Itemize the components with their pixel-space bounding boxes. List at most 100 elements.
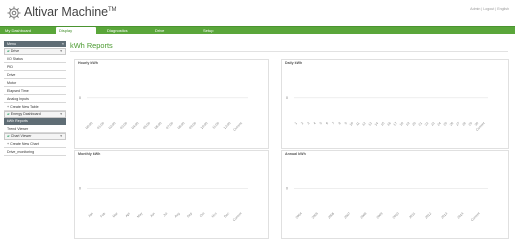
x-tick-label: Nov [211,211,218,218]
x-tick-label: Dec [223,211,230,218]
x-tick-label: 29 [468,121,474,127]
x-tick-label: 13 [368,121,374,127]
x-tick-label: Oct [199,211,206,218]
x-tick-label: Jun [149,211,156,218]
page-title: kWh Reports [70,41,113,50]
x-tick-label: May [136,211,143,218]
chart-plot: 0 2004 2005 2006 2007 2008 2009 2010 2011 2012 201… [286,187,488,222]
x-tick-label: 2006 [327,211,335,219]
x-tick-label: 12 [361,121,367,127]
folder-icon: ▰ [7,134,10,138]
x-tick-label: 2013 [440,211,448,219]
x-tick-label: 03:00 [119,121,128,130]
x-tick-label: 4 [312,121,316,125]
sidebar-item-drive-monitoring[interactable]: Drive_monitoring [4,148,66,156]
x-tick-label: 2004 [295,211,303,219]
divider [70,51,508,52]
x-tick-label: 2005 [311,211,319,219]
x-tick-label: 11:00 [211,121,220,130]
sidebar-item-io-status[interactable]: I/O Status [4,55,66,63]
chart-panel-annual: Annual kWh 0 2004 2005 2006 2007 2008 2009 2010… [281,150,509,239]
x-tick-label: Jan [87,211,94,218]
folder-icon: ▰ [7,112,10,116]
x-tick-label: 04:00 [131,121,140,130]
main-nav: My Dashboard Display Diagnostics Drive S… [0,26,515,34]
x-tick-label: Aug [174,211,181,218]
x-tick-label: 22 [424,121,430,127]
tab-setup[interactable]: Setup [200,27,240,34]
tab-drive[interactable]: Drive [152,27,192,34]
chart-plot: 01 2 3 4 5 6 7 8 9 10 11 12 13 14 15 16 17 18 19 20 21 22 23 24… [286,96,488,132]
x-tick-label: 2012 [424,211,432,219]
sidebar-item-create-chart[interactable]: + Create New Chart [4,140,66,148]
x-tick-label: 12:00 [223,121,232,130]
sidebar-group-drive[interactable]: ▰Drive ▾ [4,48,66,55]
tab-my-dashboard[interactable]: My Dashboard [2,27,54,34]
app-header: Altivar MachineTM Admin | Logout | Engli… [0,0,515,26]
y-zero-label: 0 [286,96,288,100]
collapse-icon[interactable]: « [62,41,64,47]
chevron-down-icon: ▾ [60,49,62,53]
x-tick-label: 21 [418,121,424,127]
x-tick-label: 09:00 [188,121,197,130]
x-tick-label: 10:00 [200,121,209,130]
x-tick-label: 24 [436,121,442,127]
sidebar-item-motor[interactable]: Motor [4,79,66,87]
chart-panel-hourly: Hourly kWh 0 00:00 01:00 02:00 03:00 04:00 05:… [74,59,269,149]
sidebar-group-energy-dashboard[interactable]: ▰Energy Dashboard ▾ [4,111,66,118]
sidebar-item-kwh-reports[interactable]: kWh Reports [4,118,66,125]
sidebar-group-chart-viewer[interactable]: ▰Chart Viewer ▾ [4,133,66,140]
sidebar-item-create-table[interactable]: + Create New Table [4,103,66,111]
tab-diagnostics[interactable]: Diagnostics [104,27,148,34]
folder-icon: ▰ [7,49,10,53]
x-tick-label: 00:00 [85,121,94,130]
x-tick-label: 07:00 [165,121,174,130]
user-links[interactable]: Admin | Logout | English [470,7,509,11]
x-tick-label: 2007 [343,211,351,219]
x-tick-label: 2011 [408,211,416,219]
x-tick-label: 14 [374,121,380,127]
sidebar-item-analog-inputs[interactable]: Analog Inputs [4,95,66,103]
chart-panel-daily: Daily kWh 0 1 2 3 4 5 6 7 8 9 10 11 12 13 14 15 16 17 18 19… [281,59,509,149]
y-zero-label: 0 [79,187,81,191]
x-tick-label: 27 [455,121,461,127]
chevron-down-icon: ▾ [60,134,62,138]
sidebar-item-pid[interactable]: PID [4,63,66,71]
x-tick-label: 6 [325,121,329,125]
x-tick-label: 16 [386,121,392,127]
tab-display[interactable]: Display [56,27,96,34]
x-tick-label: 11 [355,121,360,126]
x-tick-label: 18 [399,121,405,127]
x-tick-label: 5 [319,121,323,125]
chart-plot: 0 Jan Feb Mar Apr May Jun Jul Aug Sep Oct Nov Dec Cur… [79,187,248,222]
x-tick-label: 20 [411,121,417,127]
x-tick-label: Feb [99,211,106,218]
x-tick-label: 2008 [359,211,367,219]
x-tick-label: Current [232,211,243,222]
x-tick-label: 7 [331,121,335,125]
x-tick-label: 08:00 [177,121,186,130]
sidebar-item-elapsed-time[interactable]: Elapsed Time [4,87,66,95]
x-tick-label: Current [232,121,243,132]
x-tick-label: 28 [461,121,467,127]
x-tick-label: 2 [300,121,304,125]
sidebar-item-trend-viewer[interactable]: Trend Viewer [4,125,66,133]
x-tick-label: 2014 [456,211,464,219]
x-tick-label: 10 [349,121,355,127]
x-tick-label: Current [470,211,481,222]
sidebar: Menu « ▰Drive ▾ I/O Status PID Drive Motor… [4,41,66,156]
gear-logo-icon [7,6,21,20]
x-tick-label: 01:00 [96,121,105,130]
x-tick-label: 1 [294,121,298,125]
x-tick-label: 25 [443,121,449,127]
chevron-down-icon: ▾ [60,112,62,116]
y-zero-label: 0 [79,96,81,100]
x-tick-label: 23 [430,121,436,127]
x-tick-label: 05:00 [142,121,151,130]
x-tick-label: 02:00 [108,121,117,130]
x-tick-label: Apr [125,211,132,218]
x-tick-label: 15 [380,121,386,127]
x-tick-label: 2010 [392,211,400,219]
sidebar-item-drive[interactable]: Drive [4,71,66,79]
chart-plot: 0 00:00 01:00 02:00 03:00 04:00 05:00 06:00 07:0… [79,96,248,132]
